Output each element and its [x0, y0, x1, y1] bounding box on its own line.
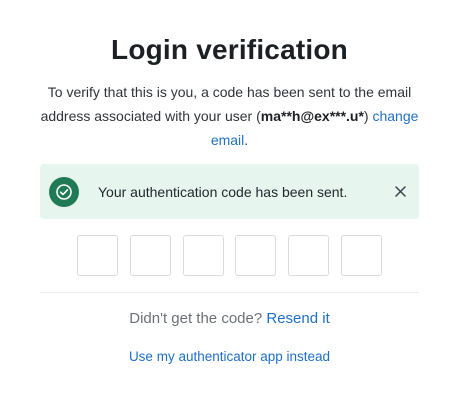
description-close-paren: ) — [363, 108, 369, 124]
resend-prompt: Didn't get the code? — [129, 310, 263, 327]
authenticator-row: Use my authenticator app instead — [40, 349, 419, 364]
authenticator-app-link[interactable]: Use my authenticator app instead — [129, 349, 330, 364]
page-title: Login verification — [111, 34, 348, 65]
code-digit-6[interactable] — [340, 235, 382, 276]
masked-email: ma**h@ex***.u* — [260, 108, 364, 124]
resend-row: Didn't get the code? Resend it — [40, 310, 419, 327]
code-digit-1[interactable] — [77, 235, 118, 276]
close-icon[interactable] — [393, 185, 407, 199]
code-digit-2[interactable] — [129, 235, 171, 276]
success-alert: Your authentication code has been sent. — [40, 164, 419, 219]
verification-description: To verify that this is you, a code has b… — [40, 80, 419, 152]
code-input-row — [77, 235, 382, 276]
description-period: . — [244, 132, 249, 148]
code-digit-4[interactable] — [235, 235, 277, 276]
divider — [40, 292, 419, 293]
code-digit-5[interactable] — [288, 235, 330, 276]
alert-message: Your authentication code has been sent. — [98, 183, 348, 200]
check-circle-icon — [49, 176, 79, 207]
resend-link[interactable]: Resend it — [266, 310, 329, 327]
code-digit-3[interactable] — [182, 235, 224, 276]
